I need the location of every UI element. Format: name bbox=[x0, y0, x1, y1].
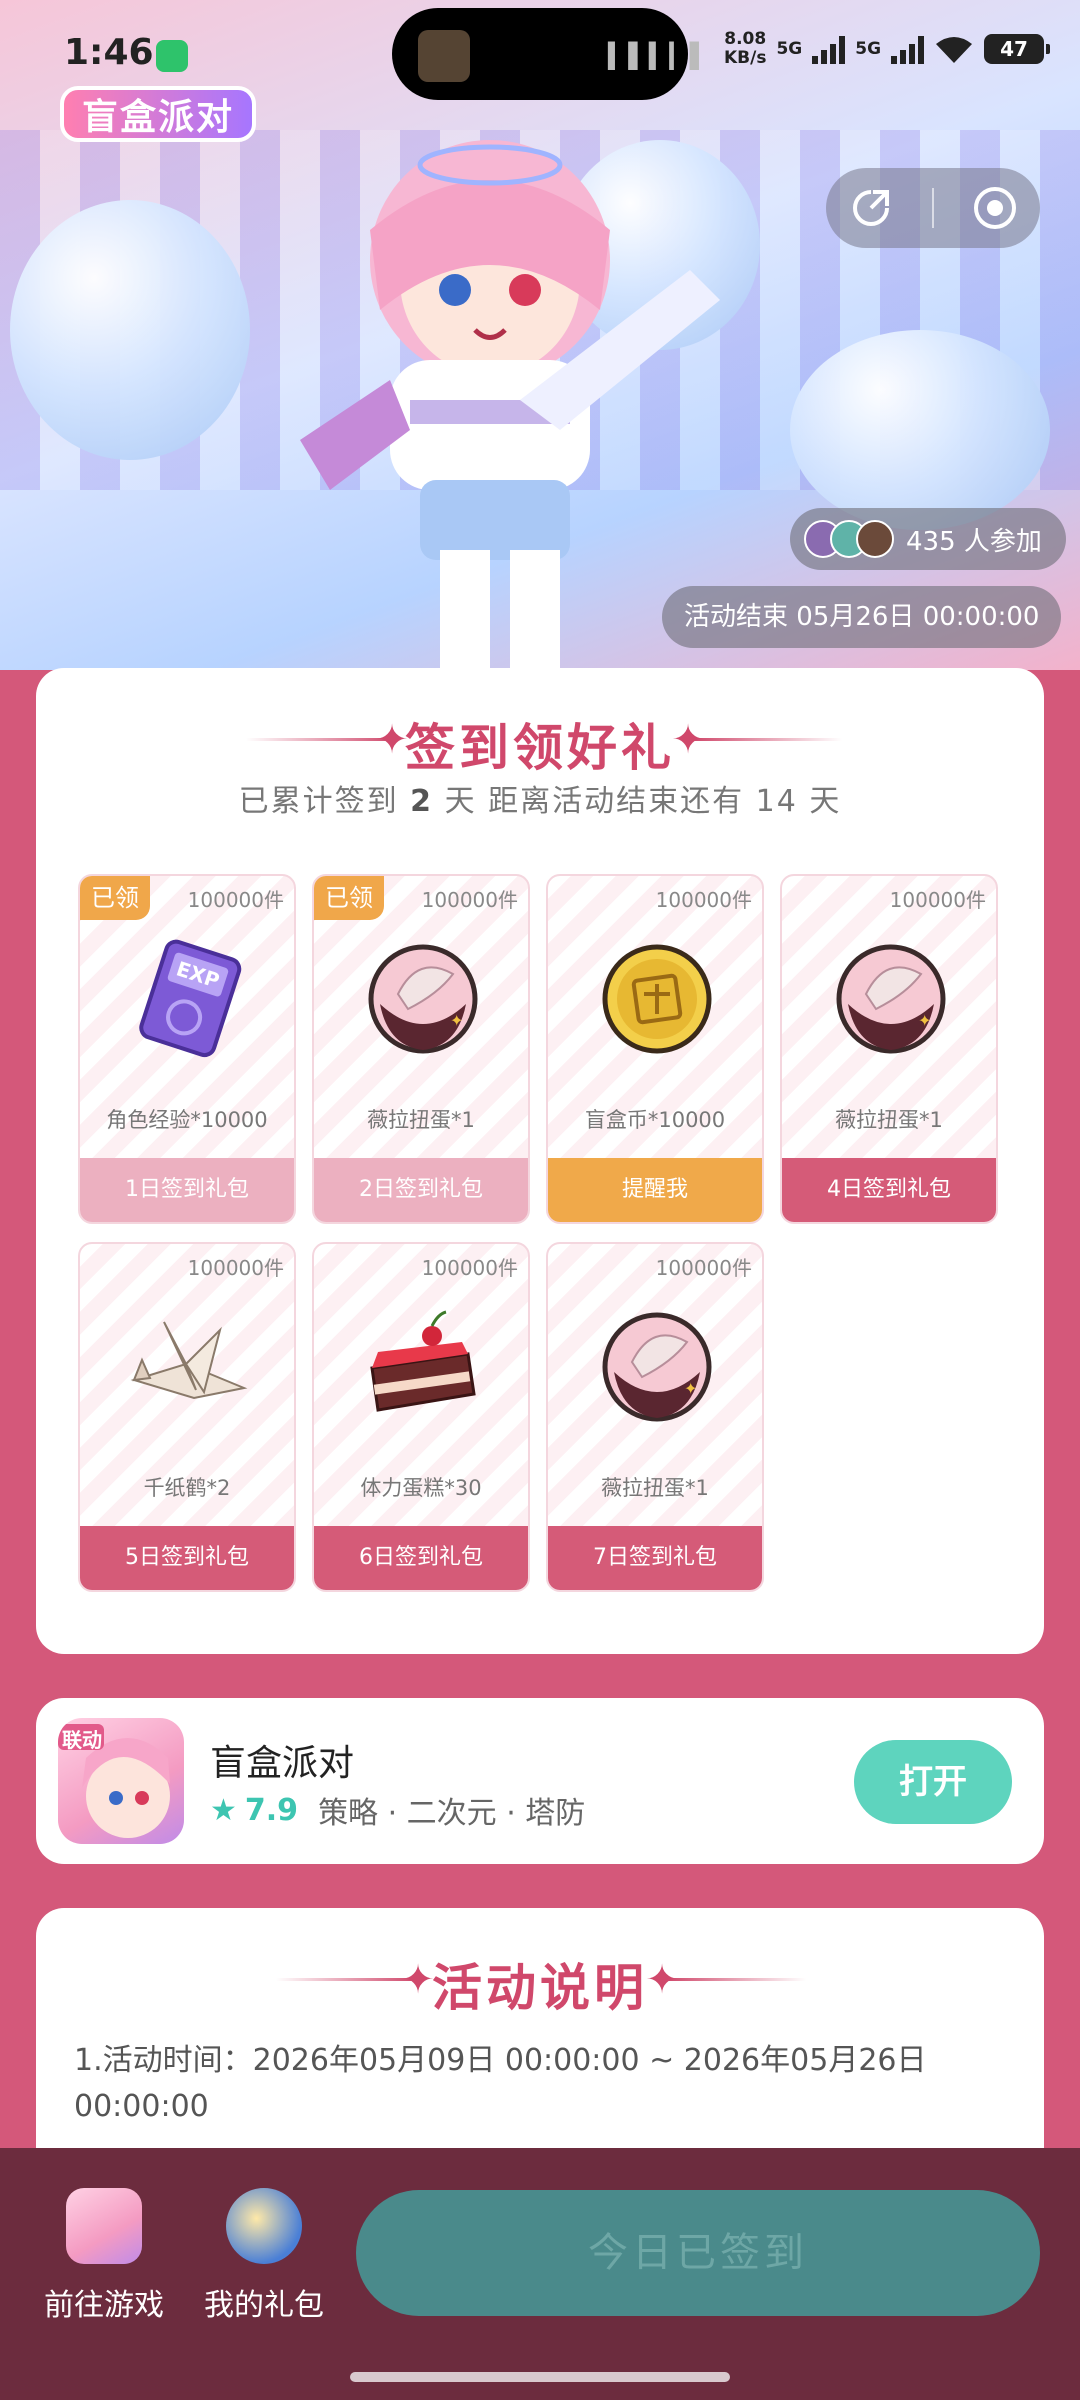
title-decoration bbox=[692, 738, 842, 741]
status-bar: 1:46 ▍▌▍▎▌ 8.08 KB/s 5G 5G 47 bbox=[0, 0, 1080, 110]
gift-claim-button[interactable]: 2日签到礼包 bbox=[314, 1158, 528, 1222]
game-score: 7.9 bbox=[244, 1792, 299, 1828]
checkin-progress: 已累计签到 2 天 距离活动结束还有 14 天 bbox=[238, 784, 842, 819]
svg-text:✦: ✦ bbox=[684, 1379, 697, 1398]
my-gifts-label: 我的礼包 bbox=[204, 2288, 324, 2323]
rules-title: 活动说明 bbox=[432, 1959, 648, 2017]
participants-badge: 435 人参加 bbox=[790, 508, 1066, 570]
gift-stock: 100000件 bbox=[889, 888, 986, 912]
gift-name: 千纸鹤*2 bbox=[143, 1476, 231, 1500]
event-end-time: 活动结束 05月26日 00:00:00 bbox=[662, 586, 1062, 648]
gift-name: 体力蛋糕*30 bbox=[360, 1476, 482, 1500]
participants-count: 435 人参加 bbox=[906, 526, 1042, 557]
status-time: 1:46 bbox=[64, 32, 154, 73]
days-signed: 2 bbox=[410, 784, 434, 819]
audio-wave-icon: ▍▌▍▎▌ bbox=[608, 42, 711, 70]
battery-icon: 47 bbox=[984, 34, 1051, 64]
ghost-blob bbox=[790, 330, 1050, 530]
gift-name: 角色经验*10000 bbox=[106, 1108, 268, 1132]
share-button[interactable] bbox=[841, 178, 901, 238]
gift-claim-button[interactable]: 6日签到礼包 bbox=[314, 1526, 528, 1590]
game-name: 盲盒派对 bbox=[210, 1743, 355, 1784]
sim2-label: 5G bbox=[855, 39, 882, 59]
ghost-blob bbox=[10, 200, 250, 460]
collab-badge: 联动 bbox=[62, 1728, 102, 1752]
gift-stock: 100000件 bbox=[187, 888, 284, 912]
gift-stock: 100000件 bbox=[655, 1256, 752, 1280]
gift-name: 盲盒币*10000 bbox=[584, 1108, 726, 1132]
blindbox-coin-icon bbox=[602, 944, 712, 1054]
remind-me-button[interactable]: 提醒我 bbox=[548, 1158, 762, 1222]
wifi-icon bbox=[936, 37, 973, 63]
gift-stock: 100000件 bbox=[421, 888, 518, 912]
gift-stock: 100000件 bbox=[187, 1256, 284, 1280]
claimed-tag: 已领 bbox=[314, 876, 384, 920]
game-tags: 策略 · 二次元 · 塔防 bbox=[318, 1796, 586, 1831]
target-close-icon bbox=[973, 187, 1016, 229]
game-meta: ★ 7.9 策略 · 二次元 · 塔防 bbox=[210, 1788, 585, 1832]
close-miniapp-button[interactable] bbox=[965, 178, 1025, 238]
bottom-action-bar: 前往游戏 我的礼包 今日已签到 bbox=[0, 2148, 1080, 2400]
checkin-title: 签到领好礼 bbox=[405, 719, 675, 777]
cake-icon bbox=[370, 1310, 476, 1412]
gift-stock: 100000件 bbox=[655, 888, 752, 912]
gacha-egg-icon: ✦ bbox=[602, 1312, 712, 1422]
media-thumbnail bbox=[418, 30, 470, 82]
capsule-divider bbox=[931, 188, 934, 228]
hero-banner: 盲盒派对 1:46 ▍▌▍▎▌ 8.08 KB/s 5G 5G 47 435 人… bbox=[0, 0, 1080, 670]
go-to-game-label: 前往游戏 bbox=[44, 2288, 164, 2323]
game-icon bbox=[66, 2188, 142, 2264]
app-notification-icon bbox=[156, 40, 188, 72]
gift-day-3[interactable]: 100000件 盲盒币*10000 提醒我 bbox=[546, 874, 764, 1224]
gacha-egg-icon: ✦ bbox=[836, 944, 946, 1054]
svg-text:✦: ✦ bbox=[918, 1011, 931, 1030]
gift-day-2[interactable]: 已领 100000件 ✦ 薇拉扭蛋*1 2日签到礼包 bbox=[312, 874, 530, 1224]
miniapp-capsule bbox=[826, 168, 1040, 248]
gift-claim-button[interactable]: 5日签到礼包 bbox=[80, 1526, 294, 1590]
signal-icon bbox=[891, 34, 925, 64]
gift-claim-button[interactable]: 4日签到礼包 bbox=[782, 1158, 996, 1222]
signal-icon bbox=[812, 34, 846, 64]
status-indicators: 8.08 KB/s 5G 5G 47 bbox=[724, 29, 1051, 68]
open-game-button[interactable]: 打开 bbox=[854, 1740, 1012, 1824]
net-speed: 8.08 KB/s bbox=[724, 29, 767, 68]
gift-day-5[interactable]: 100000件 千纸鹤*2 5日签到礼包 bbox=[78, 1242, 296, 1592]
title-decoration bbox=[666, 1978, 806, 1981]
exp-card-icon: EXP bbox=[139, 939, 242, 1058]
gift-name: 薇拉扭蛋*1 bbox=[367, 1108, 475, 1132]
gift-name: 薇拉扭蛋*1 bbox=[835, 1108, 943, 1132]
rules-text: 1.活动时间：2026年05月09日 00:00:00 ~ 2026年05月26… bbox=[74, 2043, 927, 2124]
home-indicator[interactable] bbox=[350, 2372, 730, 2382]
gift-day-6[interactable]: 100000件 体力蛋糕*30 6日签到礼包 bbox=[312, 1242, 530, 1592]
go-to-game-button[interactable]: 前往游戏 bbox=[34, 2188, 174, 2324]
my-gifts-button[interactable]: 我的礼包 bbox=[194, 2188, 334, 2324]
gift-claim-button[interactable]: 1日签到礼包 bbox=[80, 1158, 294, 1222]
sim1-label: 5G bbox=[776, 39, 803, 59]
game-icon[interactable]: 联动 bbox=[58, 1718, 184, 1844]
dynamic-island: ▍▌▍▎▌ bbox=[392, 8, 708, 100]
gift-day-7[interactable]: 100000件 ✦ 薇拉扭蛋*1 7日签到礼包 bbox=[546, 1242, 764, 1592]
avatar bbox=[856, 520, 894, 558]
share-icon bbox=[853, 190, 890, 226]
star-icon: ★ bbox=[210, 1792, 237, 1828]
claimed-tag: 已领 bbox=[80, 876, 150, 920]
game-card[interactable]: 联动 盲盒派对 ★ 7.9 策略 · 二次元 · 塔防 打开 bbox=[36, 1698, 1044, 1864]
svg-text:✦: ✦ bbox=[450, 1011, 463, 1030]
gift-avatar-icon bbox=[226, 2188, 302, 2264]
signed-today-button[interactable]: 今日已签到 bbox=[356, 2190, 1040, 2316]
gift-name: 薇拉扭蛋*1 bbox=[601, 1476, 709, 1500]
checkin-card: ✦ 签到领好礼 ✦ 已累计签到 2 天 距离活动结束还有 14 天 已领 100… bbox=[36, 668, 1044, 1654]
gift-day-4[interactable]: 100000件 ✦ 薇拉扭蛋*1 4日签到礼包 bbox=[780, 874, 998, 1224]
gacha-egg-icon: ✦ bbox=[368, 944, 478, 1054]
gift-claim-button[interactable]: 7日签到礼包 bbox=[548, 1526, 762, 1590]
gift-stock: 100000件 bbox=[421, 1256, 518, 1280]
paper-crane-icon bbox=[130, 1321, 248, 1400]
gift-day-1[interactable]: 已领 100000件 EXP 角色经验*10000 1日签到礼包 bbox=[78, 874, 296, 1224]
